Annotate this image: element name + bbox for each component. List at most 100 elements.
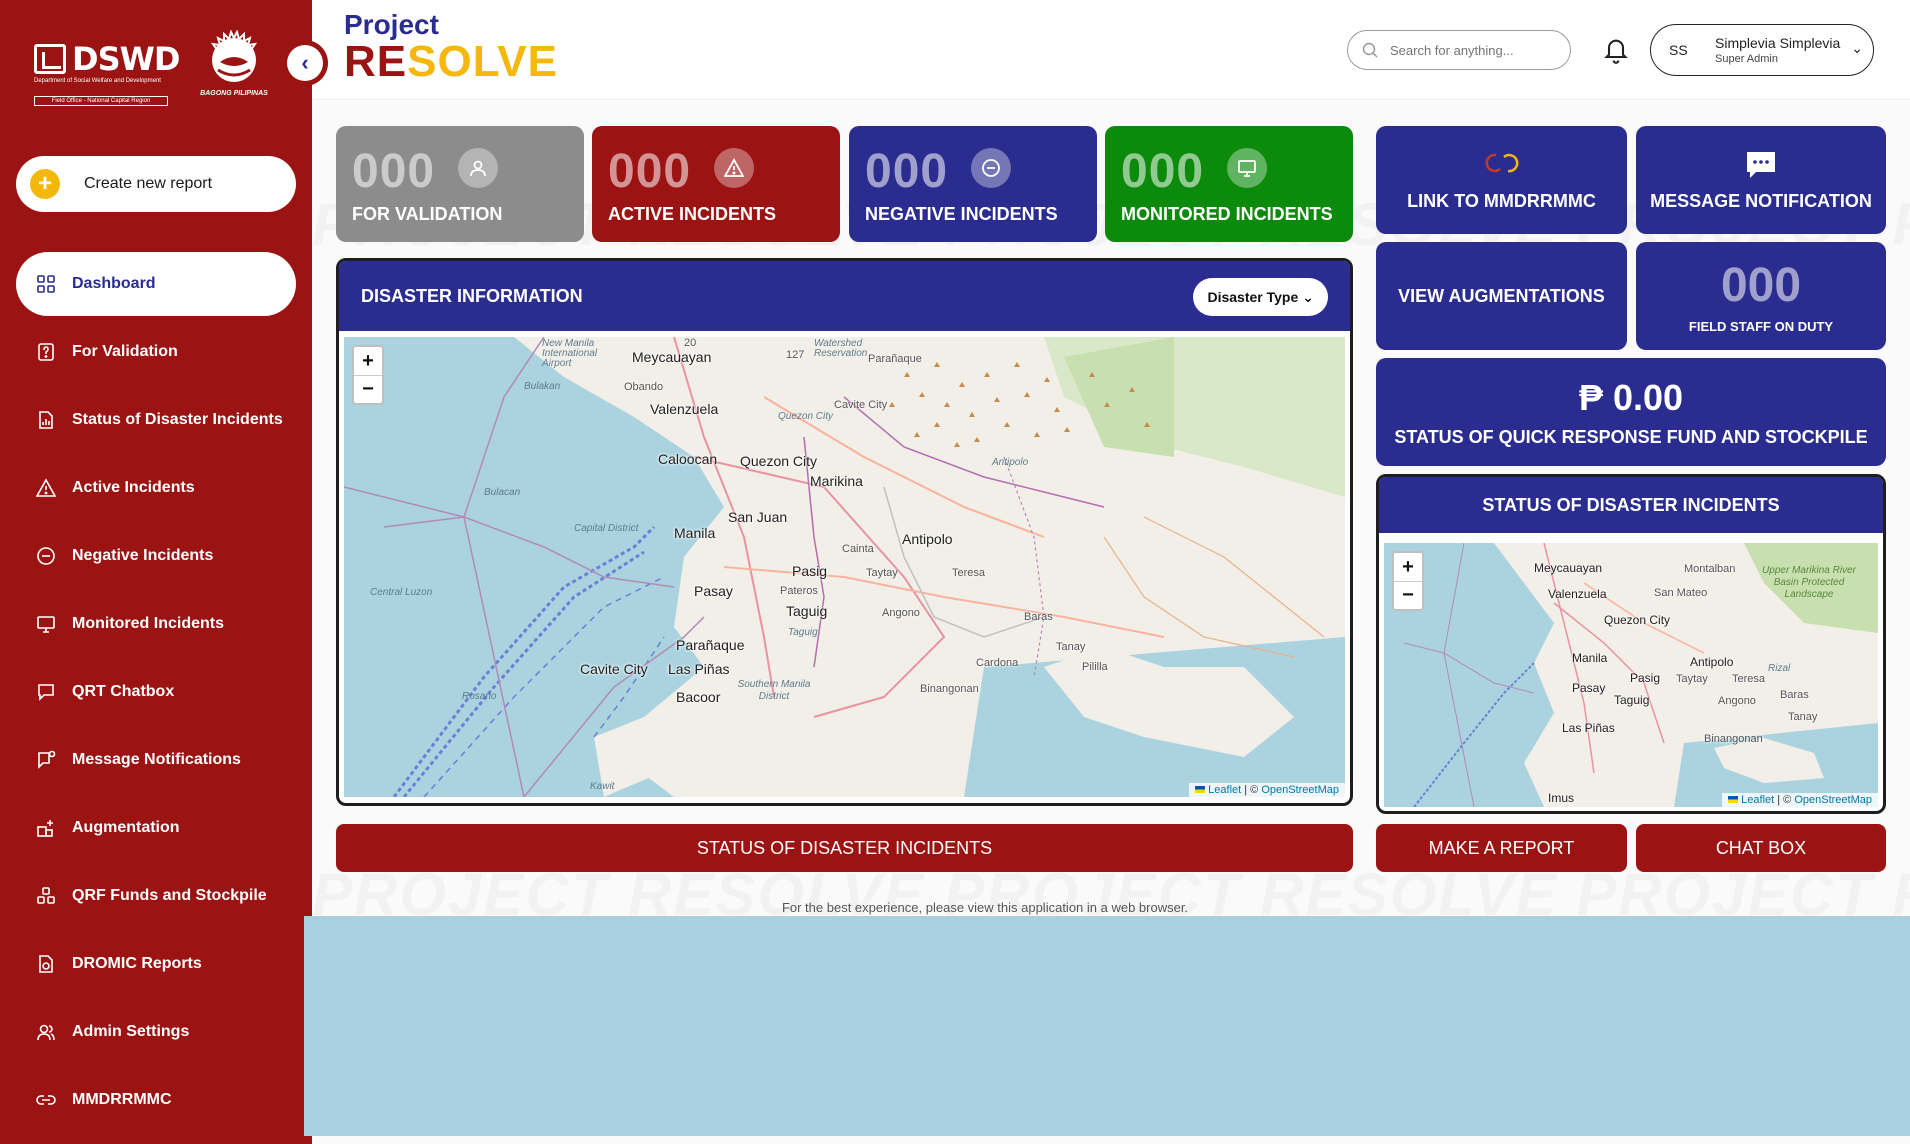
grid-icon [36,274,56,294]
chevron-down-icon: ⌄ [1851,40,1863,56]
sidebar-item-dromic-reports[interactable]: DROMIC Reports [16,932,296,996]
search-input[interactable] [1390,42,1550,58]
map-label: Teresa [952,567,986,579]
footer-note: For the best experience, please view thi… [781,900,1189,915]
sidebar-item-message-notifications[interactable]: Message Notifications [16,728,296,792]
blank-overlay-panel [304,916,1910,1136]
sidebar-item-dashboard[interactable]: Dashboard [16,252,296,316]
notification-bell-icon[interactable] [1602,36,1630,64]
map-label: Las Piñas [1562,721,1615,735]
sidebar-item-monitored-incidents[interactable]: Monitored Incidents [16,592,296,656]
sidebar-item-qrf-funds-and-stockpile[interactable]: QRF Funds and Stockpile [16,864,296,928]
make-a-report-button[interactable]: MAKE A REPORT [1376,824,1627,872]
map-label: Parañaque [868,353,922,365]
disaster-type-dropdown[interactable]: Disaster Type ⌄ [1193,278,1328,316]
status-incidents-panel: STATUS OF DISASTER INCIDENTS + − Meycaua… [1376,474,1886,814]
map-label: Meycauayan [632,349,712,365]
sidebar-item-label: Monitored Incidents [72,615,224,632]
minus-circle-icon [36,546,56,566]
status-incidents-map[interactable]: + − Meycauayan Montalban Upper Marikina … [1384,543,1878,807]
search-box[interactable] [1347,30,1571,70]
map-label: Rizal [1768,663,1791,674]
active-incidents-card[interactable]: 000 ACTIVE INCIDENTS [592,126,840,242]
map-label: Marikina [810,473,863,489]
stockpile-icon [36,886,56,906]
user-menu[interactable]: SS Simplevia Simplevia Super Admin ⌄ [1650,24,1874,76]
leaflet-link[interactable]: Leaflet [1208,784,1241,796]
sidebar-item-mmdrrmmc[interactable]: MMDRRMMC [16,1068,296,1132]
stat-label: ACTIVE INCIDENTS [608,204,777,224]
field-staff-tile[interactable]: 000 FIELD STAFF ON DUTY [1636,242,1886,350]
map-label: Antipolo [992,457,1029,468]
map-label: Capital District [574,523,639,534]
sidebar-item-admin-settings[interactable]: Admin Settings [16,1000,296,1064]
map-label: Pasig [792,563,828,579]
user-icon [458,148,498,188]
sidebar-item-label: For Validation [72,343,178,360]
openstreetmap-link[interactable]: OpenStreetMap [1261,784,1339,796]
map-label: Bacoor [676,689,721,705]
chevron-left-icon: ‹ [287,45,323,81]
bagong-pilipinas-logo: BAGONG PILIPINAS [186,30,282,102]
users-icon [36,1022,56,1042]
zoom-out-button[interactable]: − [1394,581,1422,609]
sidebar-item-active-incidents[interactable]: Active Incidents [16,456,296,520]
chat-box-button[interactable]: CHAT BOX [1636,824,1886,872]
map-label: Taguig [1614,693,1650,707]
create-new-report-button[interactable]: + Create new report [16,156,296,212]
sidebar-item-qrt-chatbox[interactable]: QRT Chatbox [16,660,296,724]
for-validation-card[interactable]: 000 FOR VALIDATION [336,126,584,242]
document-question-icon [36,342,56,362]
monitor-icon [1227,148,1267,188]
sidebar-item-label: Augmentation [72,819,180,836]
leaflet-link[interactable]: Leaflet [1741,794,1774,806]
map-label: Meycauayan [1534,561,1603,575]
avatar: SS [1669,42,1688,58]
view-augmentations-tile[interactable]: VIEW AUGMENTATIONS [1376,242,1627,350]
stat-count: 000 [352,145,436,198]
disaster-map[interactable]: + − New Manila International Airport Wat… [344,337,1345,797]
tile-label: FIELD STAFF ON DUTY [1688,319,1834,334]
logos: DSWD Department of Social Welfare and De… [34,30,284,106]
sidebar-item-for-validation[interactable]: For Validation [16,320,296,384]
zoom-out-button[interactable]: − [354,375,382,403]
dswd-wordmark: DSWD [72,40,180,78]
map-label: Rosario [462,691,497,702]
map-label: Montalban [1684,563,1736,575]
map-label: Binangonan [1704,733,1763,745]
status-of-disaster-incidents-button[interactable]: STATUS OF DISASTER INCIDENTS [336,824,1353,872]
sidebar-item-negative-incidents[interactable]: Negative Incidents [16,524,296,588]
link-to-mmdrrmmc-tile[interactable]: LINK TO MMDRRMMC [1376,126,1627,234]
sidebar-item-label: Active Incidents [72,479,195,496]
dswd-mark-icon [34,44,66,74]
zoom-in-button[interactable]: + [1394,553,1422,581]
map-label: Bulacan [484,487,521,498]
map-label: Taytay [1676,673,1708,685]
user-name: Simplevia Simplevia [1715,35,1841,51]
sidebar-item-status-of-disaster-incidents[interactable]: Status of Disaster Incidents [16,388,296,452]
map-label: Cainta [842,543,874,555]
bagong-pilipinas-seal-icon [210,30,258,82]
disaster-information-header: DISASTER INFORMATION Disaster Type ⌄ [339,261,1350,331]
openstreetmap-link[interactable]: OpenStreetMap [1794,794,1872,806]
map-label: 127 [786,349,805,361]
sidebar-item-augmentation[interactable]: Augmentation [16,796,296,860]
map-label: Pasig [1630,671,1661,685]
monitored-incidents-card[interactable]: 000 MONITORED INCIDENTS [1105,126,1353,242]
map-label: Caloocan [658,451,718,467]
negative-incidents-card[interactable]: 000 NEGATIVE INCIDENTS [849,126,1097,242]
map-label: Upper Marikina River Basin Protected Lan… [1762,565,1856,600]
map-label: Quezon City [778,411,834,422]
map-label: Pasay [694,583,733,599]
button-label: CHAT BOX [1715,837,1807,858]
button-label: STATUS OF DISASTER INCIDENTS [696,837,993,858]
sidebar-item-label: QRF Funds and Stockpile [72,887,267,904]
map-label: Taguig [786,603,828,619]
zoom-in-button[interactable]: + [354,347,382,375]
message-notification-tile[interactable]: MESSAGE NOTIFICATION [1636,126,1886,234]
plus-icon: + [30,169,60,199]
qrf-status-tile[interactable]: ₱ 0.00 STATUS OF QUICK RESPONSE FUND AND… [1376,358,1886,466]
sidebar-collapse-button[interactable]: ‹ [282,40,328,86]
sidebar-item-label: Dashboard [72,275,156,292]
map-zoom-control: + − [352,345,384,405]
